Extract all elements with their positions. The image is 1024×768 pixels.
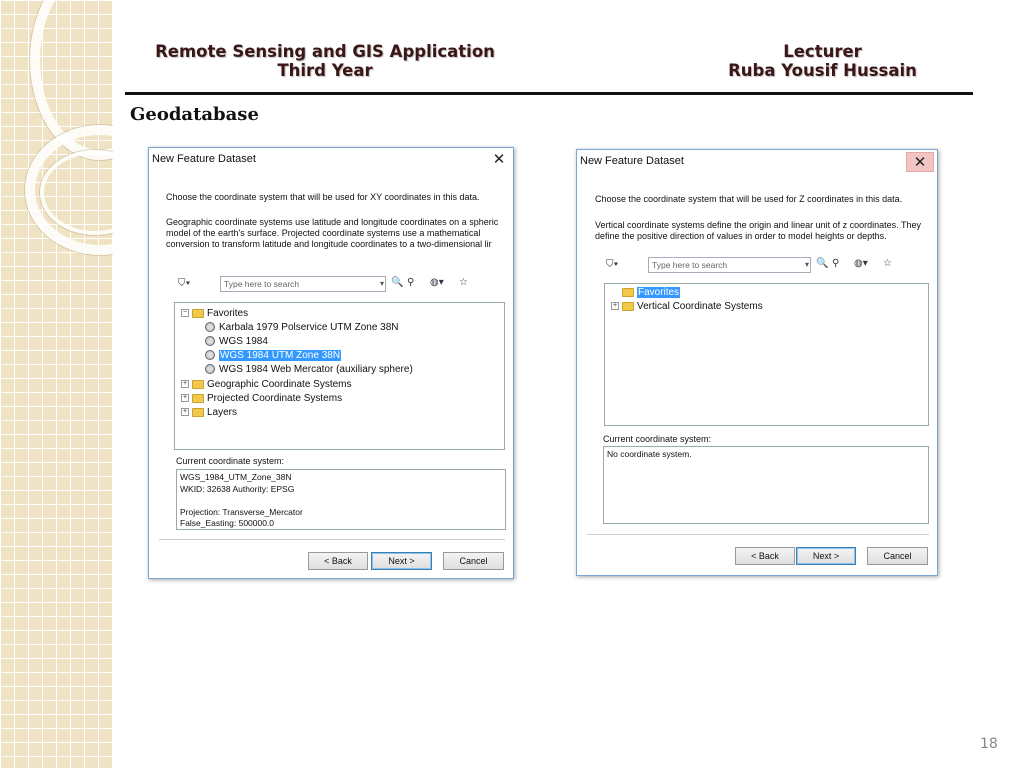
lecturer-label: Lecturer — [783, 42, 862, 61]
star-icon[interactable]: ☆ — [883, 256, 892, 272]
folder-icon — [192, 407, 204, 417]
instruction-text: Choose the coordinate system that will b… — [166, 192, 480, 202]
page-number: 18 — [980, 736, 998, 752]
tree-label: Vertical Coordinate Systems — [637, 301, 763, 312]
course-title: Remote Sensing and GIS Application Third… — [150, 42, 500, 80]
new-feature-dataset-dialog-xy: New Feature Dataset ✕ Choose the coordin… — [148, 147, 514, 579]
globe-icon[interactable]: ◍▾ — [854, 256, 868, 272]
tree-label: Projected Coordinate Systems — [207, 393, 343, 404]
star-icon[interactable]: ☆ — [459, 275, 468, 291]
globe-icon — [205, 364, 215, 375]
dialog-title: New Feature Dataset — [580, 155, 684, 167]
close-icon[interactable]: ✕ — [485, 148, 513, 172]
folder-icon — [622, 287, 634, 297]
expand-icon[interactable]: + — [181, 408, 189, 417]
magnifier-options-icon[interactable]: ⚲ — [407, 275, 414, 291]
tree-node-layers[interactable]: + Layers — [181, 406, 237, 419]
globe-icon — [205, 322, 215, 333]
folder-icon — [622, 301, 634, 311]
description-line: Geographic coordinate systems use latitu… — [166, 217, 499, 227]
search-input[interactable]: Type here to search ▾ — [220, 276, 386, 292]
description-line: model of the earth's surface. Projected … — [166, 228, 481, 238]
expand-icon[interactable]: + — [611, 302, 619, 311]
expand-icon[interactable]: + — [181, 380, 189, 389]
description-line: define the positive direction of values … — [595, 231, 887, 241]
tree-label: Favorites — [207, 308, 249, 319]
tree-label: WGS 1984 Web Mercator (auxiliary sphere) — [219, 364, 413, 375]
filter-icon[interactable]: ⛉▾ — [178, 276, 190, 292]
chevron-down-icon[interactable]: ▾ — [380, 277, 384, 290]
coordinate-tree[interactable]: Favorites + Vertical Coordinate Systems — [604, 283, 929, 426]
course-title-line1: Remote Sensing and GIS Application — [155, 42, 495, 61]
header-rule — [125, 92, 973, 95]
tree-label: Karbala 1979 Polservice UTM Zone 38N — [219, 322, 399, 333]
lecturer-name: Ruba Yousif Hussain — [728, 61, 917, 80]
tree-node-favorites[interactable]: − Favorites — [181, 307, 248, 320]
cancel-button[interactable]: Cancel — [443, 552, 504, 570]
tree-label: Layers — [207, 407, 238, 418]
search-placeholder: Type here to search — [224, 279, 300, 289]
magnifier-options-icon[interactable]: ⚲ — [832, 256, 839, 272]
tree-node-favorite-item[interactable]: WGS 1984 Web Mercator (auxiliary sphere) — [205, 363, 413, 376]
cancel-button[interactable]: Cancel — [867, 547, 928, 565]
folder-icon — [192, 393, 204, 403]
current-system-line — [180, 495, 502, 507]
back-button[interactable]: < Back — [735, 547, 795, 565]
current-system-box[interactable]: No coordinate system. — [603, 446, 929, 524]
folder-icon — [192, 379, 204, 389]
current-system-line: Projection: Transverse_Mercator — [180, 506, 303, 517]
dialog-title: New Feature Dataset — [152, 153, 256, 165]
globe-icon — [205, 336, 215, 347]
current-system-label: Current coordinate system: — [603, 434, 712, 444]
current-system-line: WGS_1984_UTM_Zone_38N — [180, 472, 292, 482]
tree-node-favorites-selected[interactable]: Favorites — [622, 286, 681, 299]
tree-node-geographic[interactable]: + Geographic Coordinate Systems — [181, 378, 352, 391]
separator — [587, 534, 929, 535]
search-placeholder: Type here to search — [652, 260, 728, 270]
decorative-sidebar — [0, 0, 113, 768]
folder-icon — [192, 308, 204, 318]
tree-node-favorite-item[interactable]: Karbala 1979 Polservice UTM Zone 38N — [205, 321, 399, 334]
current-system-box[interactable]: WGS_1984_UTM_Zone_38N WKID: 32638 Author… — [176, 469, 506, 530]
filter-icon[interactable]: ⛉▾ — [606, 257, 618, 273]
tree-label: WGS 1984 UTM Zone 38N — [219, 350, 342, 361]
section-title: Geodatabase — [130, 104, 259, 125]
current-system-line: WKID: 32638 Authority: EPSG — [180, 483, 295, 494]
tree-label: WGS 1984 — [219, 336, 268, 347]
tree-node-projected[interactable]: + Projected Coordinate Systems — [181, 392, 342, 405]
chevron-down-icon[interactable]: ▾ — [805, 258, 809, 271]
magnifier-icon[interactable]: 🔍 — [816, 256, 828, 272]
next-button[interactable]: Next > — [371, 552, 432, 570]
magnifier-icon[interactable]: 🔍 — [391, 275, 403, 291]
lecturer-info: Lecturer Ruba Yousif Hussain — [720, 42, 925, 80]
tree-node-vertical[interactable]: + Vertical Coordinate Systems — [611, 300, 763, 313]
globe-icon — [205, 350, 215, 361]
description-line: conversion to transform latitude and lon… — [166, 239, 492, 249]
separator — [159, 539, 505, 540]
coordinate-tree[interactable]: − Favorites Karbala 1979 Polservice UTM Z… — [174, 302, 505, 450]
current-system-line: False_Easting: 500000.0 — [180, 518, 275, 528]
tree-node-favorite-item-selected[interactable]: WGS 1984 UTM Zone 38N — [205, 349, 342, 362]
current-system-line: No coordinate system. — [607, 449, 692, 459]
description-line: Vertical coordinate systems define the o… — [595, 220, 922, 230]
close-icon[interactable]: ✕ — [906, 152, 934, 172]
collapse-icon[interactable]: − — [181, 309, 189, 318]
current-system-label: Current coordinate system: — [176, 456, 285, 466]
tree-label: Favorites — [637, 287, 681, 298]
tree-label: Geographic Coordinate Systems — [207, 379, 352, 390]
course-title-line2: Third Year — [277, 61, 373, 80]
globe-icon[interactable]: ◍▾ — [430, 275, 444, 291]
next-button[interactable]: Next > — [796, 547, 856, 565]
back-button[interactable]: < Back — [308, 552, 368, 570]
expand-icon[interactable]: + — [181, 394, 189, 403]
tree-node-favorite-item[interactable]: WGS 1984 — [205, 335, 268, 348]
new-feature-dataset-dialog-z: New Feature Dataset ✕ Choose the coordin… — [576, 149, 938, 576]
search-input[interactable]: Type here to search ▾ — [648, 257, 811, 273]
instruction-text: Choose the coordinate system that will b… — [595, 194, 903, 204]
